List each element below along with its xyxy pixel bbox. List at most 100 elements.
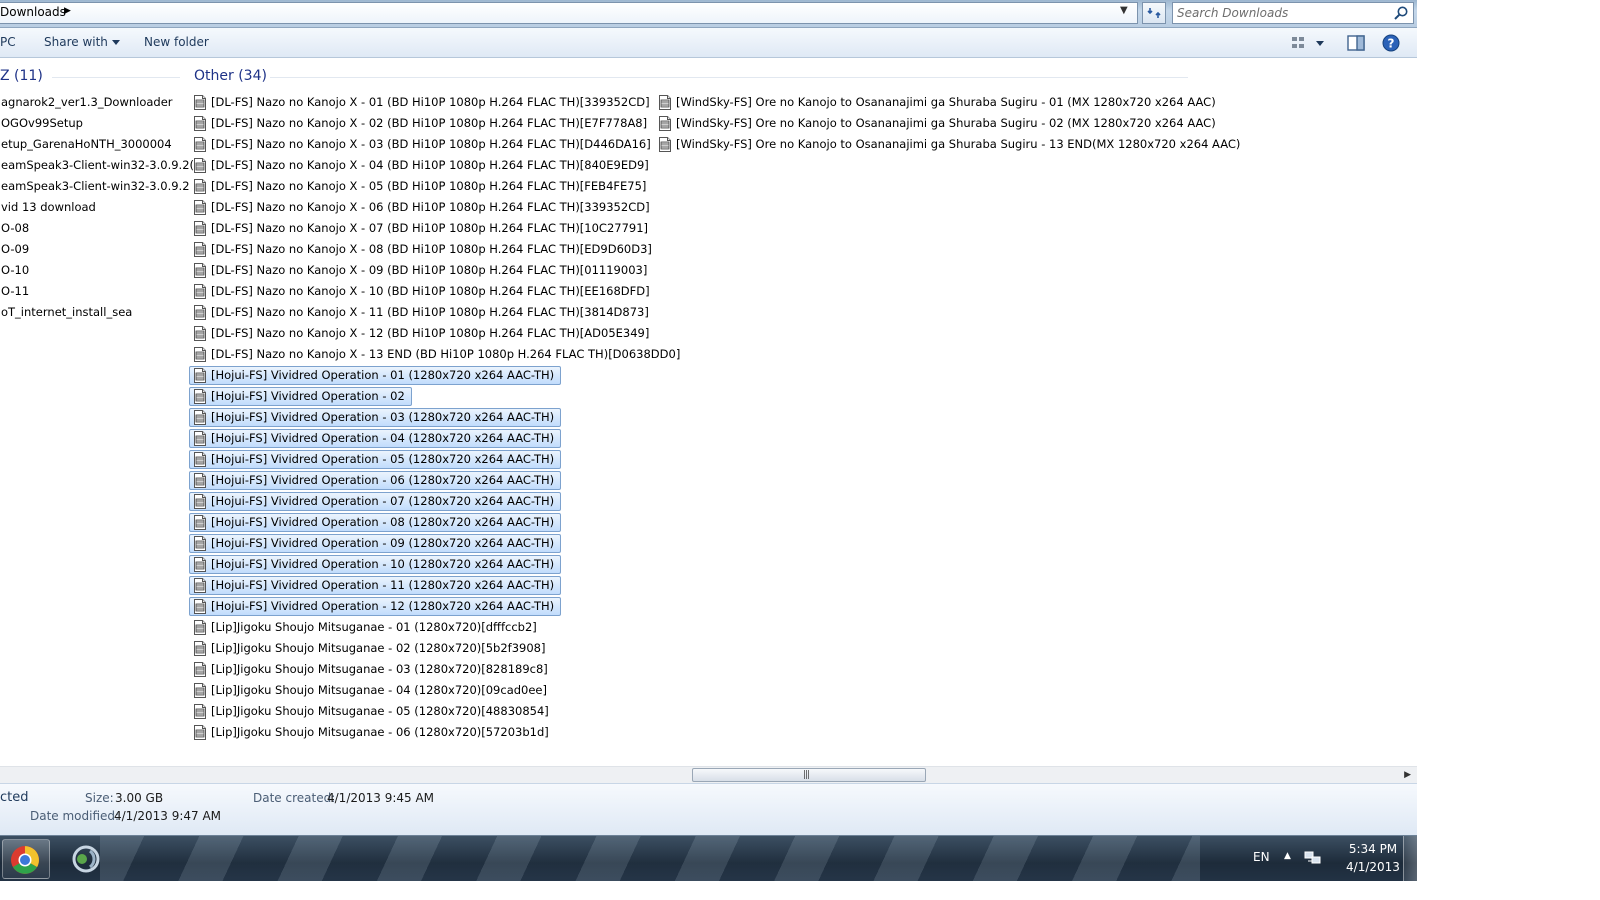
file-item[interactable]: eamSpeak3-Client-win32-3.0.9.2 xyxy=(0,176,190,197)
file-item[interactable]: [DL-FS] Nazo no Kanojo X - 09 (BD Hi10P … xyxy=(189,260,649,281)
language-indicator[interactable]: EN xyxy=(1253,850,1270,864)
item-hitbox[interactable]: [WindSky-FS] Ore no Kanojo to Osananajim… xyxy=(654,93,1223,112)
file-item[interactable]: [DL-FS] Nazo no Kanojo X - 10 (BD Hi10P … xyxy=(189,281,650,302)
file-item[interactable]: [DL-FS] Nazo no Kanojo X - 01 (BD Hi10P … xyxy=(189,92,650,113)
file-item[interactable]: vid 13 download xyxy=(0,197,190,218)
refresh-button[interactable] xyxy=(1142,2,1166,24)
help-button[interactable]: ? xyxy=(1382,34,1400,52)
selection-highlight[interactable]: [Hojui-FS] Vividred Operation - 09 (1280… xyxy=(189,534,562,553)
file-item[interactable]: [DL-FS] Nazo no Kanojo X - 11 (BD Hi10P … xyxy=(189,302,649,323)
file-item[interactable]: [DL-FS] Nazo no Kanojo X - 05 (BD Hi10P … xyxy=(189,176,649,197)
item-hitbox[interactable]: O-10 xyxy=(0,261,36,280)
file-item[interactable]: [DL-FS] Nazo no Kanojo X - 12 (BD Hi10P … xyxy=(189,323,649,344)
file-item[interactable]: [DL-FS] Nazo no Kanojo X - 07 (BD Hi10P … xyxy=(189,218,649,239)
file-item[interactable]: [DL-FS] Nazo no Kanojo X - 13 END (BD Hi… xyxy=(189,344,680,365)
file-item[interactable]: [DL-FS] Nazo no Kanojo X - 06 (BD Hi10P … xyxy=(189,197,650,218)
selection-highlight[interactable]: [Hojui-FS] Vividred Operation - 07 (1280… xyxy=(189,492,562,511)
selection-highlight[interactable]: [Hojui-FS] Vividred Operation - 11 (1280… xyxy=(189,576,562,595)
file-item[interactable]: OGOv99Setup xyxy=(0,113,190,134)
file-item[interactable]: eamSpeak3-Client-win32-3.0.9.2(2) xyxy=(0,155,206,176)
clock-date[interactable]: 4/1/2013 xyxy=(1338,860,1408,874)
item-hitbox[interactable]: vid 13 download xyxy=(0,198,103,217)
selection-highlight[interactable]: [Hojui-FS] Vividred Operation - 10 (1280… xyxy=(189,555,562,574)
file-item[interactable]: [Hojui-FS] Vividred Operation - 06 (1280… xyxy=(189,470,649,491)
item-hitbox[interactable]: [DL-FS] Nazo no Kanojo X - 10 (BD Hi10P … xyxy=(189,282,657,301)
scrollbar-thumb[interactable]: ||| xyxy=(692,768,926,782)
show-desktop-button[interactable] xyxy=(1403,836,1417,881)
item-hitbox[interactable]: [DL-FS] Nazo no Kanojo X - 02 (BD Hi10P … xyxy=(189,114,654,133)
item-hitbox[interactable]: [DL-FS] Nazo no Kanojo X - 01 (BD Hi10P … xyxy=(189,93,657,112)
preview-pane-button[interactable] xyxy=(1346,34,1366,52)
item-hitbox[interactable]: agnarok2_ver1.3_Downloader xyxy=(0,93,180,112)
address-field[interactable]: Downloads ▶ ▼ xyxy=(0,2,1138,24)
item-hitbox[interactable]: O-11 xyxy=(0,282,36,301)
file-item[interactable]: [DL-FS] Nazo no Kanojo X - 04 (BD Hi10P … xyxy=(189,155,649,176)
clock-time[interactable]: 5:34 PM xyxy=(1338,842,1408,856)
pc-button[interactable]: PC xyxy=(0,35,16,49)
selection-highlight[interactable]: [Hojui-FS] Vividred Operation - 03 (1280… xyxy=(189,408,562,427)
item-hitbox[interactable]: [DL-FS] Nazo no Kanojo X - 08 (BD Hi10P … xyxy=(189,240,659,259)
network-icon[interactable] xyxy=(1304,849,1322,867)
file-item[interactable]: [Hojui-FS] Vividred Operation - 02 xyxy=(189,386,649,407)
item-hitbox[interactable]: [DL-FS] Nazo no Kanojo X - 03 (BD Hi10P … xyxy=(189,135,658,154)
item-hitbox[interactable]: O-08 xyxy=(0,219,36,238)
item-hitbox[interactable]: eamSpeak3-Client-win32-3.0.9.2(2) xyxy=(0,156,213,175)
selection-highlight[interactable]: [Hojui-FS] Vividred Operation - 02 xyxy=(189,387,412,406)
item-hitbox[interactable]: [DL-FS] Nazo no Kanojo X - 07 (BD Hi10P … xyxy=(189,219,655,238)
item-hitbox[interactable]: [Lip]Jigoku Shoujo Mitsuganae - 01 (1280… xyxy=(189,618,544,637)
scroll-right-arrow-icon[interactable]: ▶ xyxy=(1404,770,1411,780)
file-item[interactable]: [Hojui-FS] Vividred Operation - 01 (1280… xyxy=(189,365,649,386)
item-hitbox[interactable]: [Lip]Jigoku Shoujo Mitsuganae - 04 (1280… xyxy=(189,681,554,700)
file-item[interactable]: [Hojui-FS] Vividred Operation - 07 (1280… xyxy=(189,491,649,512)
file-item[interactable]: [DL-FS] Nazo no Kanojo X - 02 (BD Hi10P … xyxy=(189,113,649,134)
search-box[interactable] xyxy=(1172,2,1414,24)
group-header-z[interactable]: Z (11) xyxy=(0,68,43,84)
file-item[interactable]: [Hojui-FS] Vividred Operation - 04 (1280… xyxy=(189,428,649,449)
search-input[interactable] xyxy=(1177,5,1377,21)
file-item[interactable]: [WindSky-FS] Ore no Kanojo to Osananajim… xyxy=(654,134,1240,155)
file-item[interactable]: agnarok2_ver1.3_Downloader xyxy=(0,92,190,113)
file-item[interactable]: [Hojui-FS] Vividred Operation - 11 (1280… xyxy=(189,575,649,596)
taskbar-app-button[interactable] xyxy=(62,839,110,879)
file-item[interactable]: [Hojui-FS] Vividred Operation - 12 (1280… xyxy=(189,596,649,617)
file-item[interactable]: [WindSky-FS] Ore no Kanojo to Osananajim… xyxy=(654,92,1216,113)
file-list-area[interactable]: Z (11) Other (34) agnarok2_ver1.3_Downlo… xyxy=(0,58,1417,766)
file-item[interactable]: [DL-FS] Nazo no Kanojo X - 03 (BD Hi10P … xyxy=(189,134,651,155)
item-hitbox[interactable]: [DL-FS] Nazo no Kanojo X - 05 (BD Hi10P … xyxy=(189,177,653,196)
file-item[interactable]: [DL-FS] Nazo no Kanojo X - 08 (BD Hi10P … xyxy=(189,239,652,260)
breadcrumb-arrow-icon[interactable]: ▶ xyxy=(64,6,71,16)
item-hitbox[interactable]: OGOv99Setup xyxy=(0,114,90,133)
new-folder-button[interactable]: New folder xyxy=(144,35,209,49)
item-hitbox[interactable]: [DL-FS] Nazo no Kanojo X - 06 (BD Hi10P … xyxy=(189,198,657,217)
file-item[interactable]: [Lip]Jigoku Shoujo Mitsuganae - 06 (1280… xyxy=(189,722,649,743)
file-item[interactable]: [Lip]Jigoku Shoujo Mitsuganae - 03 (1280… xyxy=(189,659,649,680)
selection-highlight[interactable]: [Hojui-FS] Vividred Operation - 04 (1280… xyxy=(189,429,562,448)
file-item[interactable]: [Hojui-FS] Vividred Operation - 09 (1280… xyxy=(189,533,649,554)
file-item[interactable]: O-09 xyxy=(0,239,190,260)
item-hitbox[interactable]: [DL-FS] Nazo no Kanojo X - 09 (BD Hi10P … xyxy=(189,261,654,280)
item-hitbox[interactable]: [DL-FS] Nazo no Kanojo X - 11 (BD Hi10P … xyxy=(189,303,656,322)
item-hitbox[interactable]: [WindSky-FS] Ore no Kanojo to Osananajim… xyxy=(654,135,1247,154)
file-item[interactable]: [Lip]Jigoku Shoujo Mitsuganae - 04 (1280… xyxy=(189,680,649,701)
item-hitbox[interactable]: etup_GarenaHoNTH_3000004 xyxy=(0,135,179,154)
selection-highlight[interactable]: [Hojui-FS] Vividred Operation - 01 (1280… xyxy=(189,366,562,385)
file-item[interactable]: [Hojui-FS] Vividred Operation - 08 (1280… xyxy=(189,512,649,533)
taskbar-chrome-button[interactable] xyxy=(2,839,50,879)
file-item[interactable]: [Hojui-FS] Vividred Operation - 10 (1280… xyxy=(189,554,649,575)
file-item[interactable]: [Lip]Jigoku Shoujo Mitsuganae - 05 (1280… xyxy=(189,701,649,722)
file-item[interactable]: [WindSky-FS] Ore no Kanojo to Osananajim… xyxy=(654,113,1216,134)
file-item[interactable]: oT_internet_install_sea xyxy=(0,302,190,323)
item-hitbox[interactable]: [DL-FS] Nazo no Kanojo X - 04 (BD Hi10P … xyxy=(189,156,656,175)
group-header-other[interactable]: Other (34) xyxy=(194,68,267,84)
item-hitbox[interactable]: O-09 xyxy=(0,240,36,259)
file-item[interactable]: [Lip]Jigoku Shoujo Mitsuganae - 02 (1280… xyxy=(189,638,649,659)
file-item[interactable]: [Hojui-FS] Vividred Operation - 05 (1280… xyxy=(189,449,649,470)
file-item[interactable]: etup_GarenaHoNTH_3000004 xyxy=(0,134,190,155)
selection-highlight[interactable]: [Hojui-FS] Vividred Operation - 05 (1280… xyxy=(189,450,562,469)
show-hidden-icons-icon[interactable]: ▲ xyxy=(1284,851,1291,861)
share-with-button[interactable]: Share with xyxy=(44,35,120,49)
selection-highlight[interactable]: [Hojui-FS] Vividred Operation - 12 (1280… xyxy=(189,597,562,616)
item-hitbox[interactable]: [Lip]Jigoku Shoujo Mitsuganae - 06 (1280… xyxy=(189,723,556,742)
item-hitbox[interactable]: [Lip]Jigoku Shoujo Mitsuganae - 02 (1280… xyxy=(189,639,552,658)
item-hitbox[interactable]: [DL-FS] Nazo no Kanojo X - 13 END (BD Hi… xyxy=(189,345,687,364)
